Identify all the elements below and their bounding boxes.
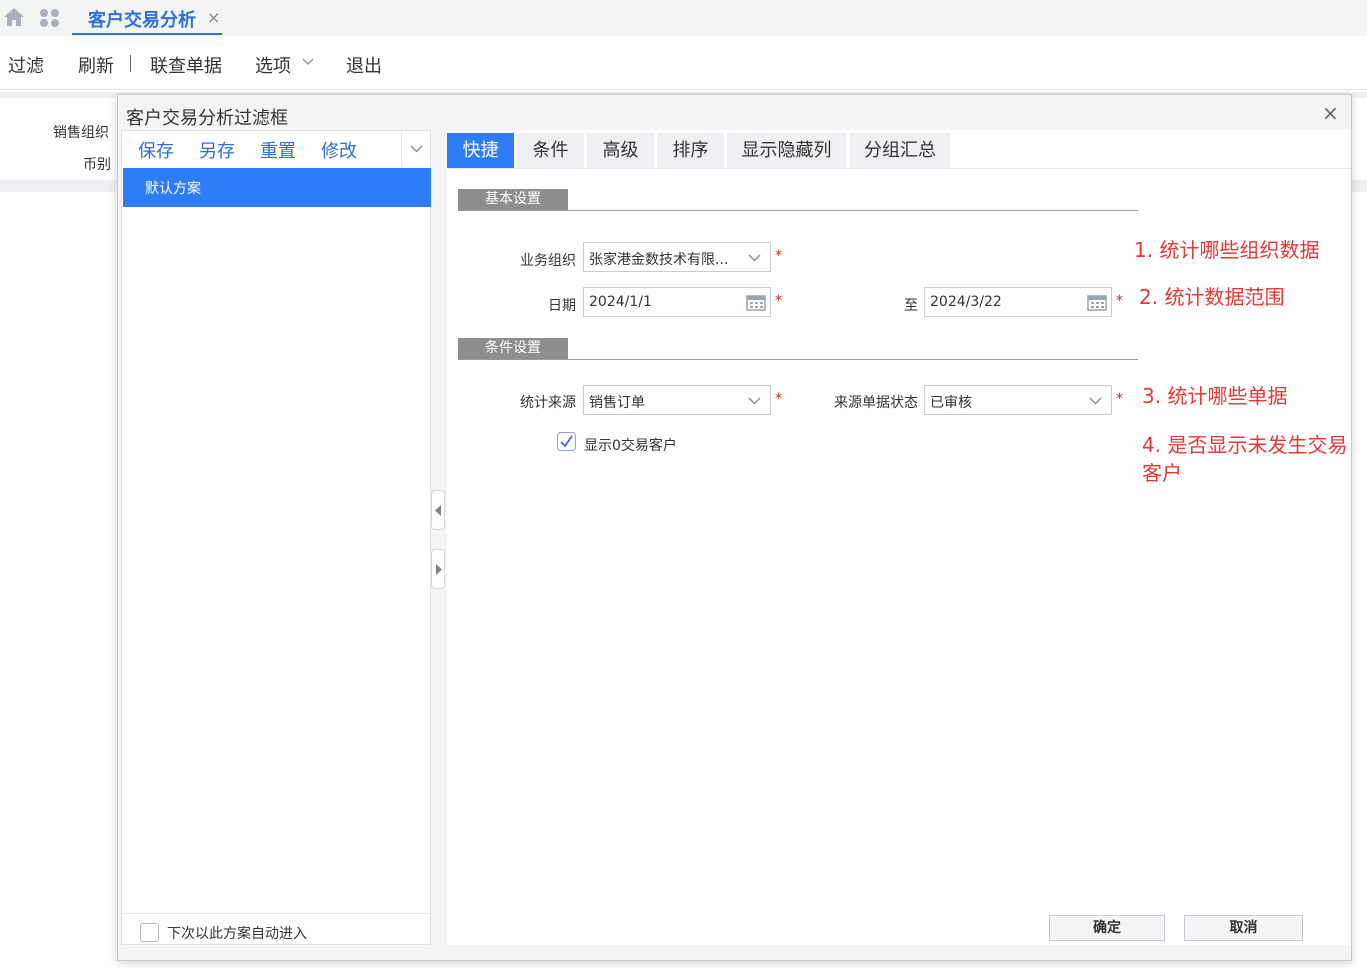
chevron-down-icon [748, 254, 761, 262]
filter-button[interactable]: 过滤 [8, 52, 44, 78]
scheme-panel: 保存 另存 重置 修改 默认方案 下次以此方案自动进入 [121, 130, 431, 945]
basic-settings-section: 基本设置 [458, 189, 1138, 211]
annotation-4-line1: 4. 是否显示未发生交易 [1142, 433, 1348, 457]
date-from-value: 2024/1/1 [589, 294, 652, 310]
sales-org-label: 销售组织 [53, 125, 109, 141]
required-mark: * [1116, 391, 1123, 407]
to-label: 至 [904, 298, 918, 314]
show-zero-customers-checkbox[interactable] [557, 432, 576, 451]
save-as-scheme-button[interactable]: 另存 [199, 137, 235, 163]
org-label: 业务组织 [520, 253, 576, 269]
date-label: 日期 [548, 298, 576, 314]
org-value: 张家港金数技术有限... [589, 252, 729, 268]
exit-button[interactable]: 退出 [346, 52, 382, 78]
filter-tabs: 快捷 条件 高级 排序 显示隐藏列 分组汇总 [447, 133, 1351, 169]
apps-grid-icon[interactable] [39, 8, 61, 28]
tab-group-summary[interactable]: 分组汇总 [850, 133, 950, 168]
tab-quick[interactable]: 快捷 [447, 133, 514, 168]
annotation-2: 2. 统计数据范围 [1139, 285, 1285, 309]
section-label: 基本设置 [458, 189, 568, 210]
condition-settings-section: 条件设置 [458, 338, 1138, 360]
tab-advanced[interactable]: 高级 [587, 133, 654, 168]
chevron-down-icon [748, 397, 761, 405]
modify-scheme-button[interactable]: 修改 [321, 137, 357, 163]
date-to-field[interactable]: 2024/3/22 [924, 287, 1112, 317]
status-label: 来源单据状态 [834, 395, 918, 411]
background-band [0, 180, 118, 192]
options-button[interactable]: 选项 [255, 52, 291, 78]
show-zero-customers-label: 显示0交易客户 [584, 438, 677, 454]
chevron-down-icon [1089, 397, 1102, 405]
save-scheme-button[interactable]: 保存 [138, 137, 174, 163]
auto-enter-row: 下次以此方案自动进入 [122, 913, 430, 945]
caret-right-icon [436, 564, 442, 575]
collapse-left-toggle[interactable] [431, 490, 445, 530]
source-value: 销售订单 [589, 395, 645, 411]
cancel-button[interactable]: 取消 [1184, 915, 1303, 941]
org-select[interactable]: 张家港金数技术有限... [583, 242, 771, 272]
annotation-4-line2: 客户 [1142, 461, 1182, 485]
status-value: 已审核 [930, 395, 972, 411]
dialog-title: 客户交易分析过滤框 [126, 108, 288, 129]
ok-button[interactable]: 确定 [1049, 915, 1165, 941]
auto-enter-checkbox[interactable] [140, 923, 159, 942]
reset-scheme-button[interactable]: 重置 [260, 137, 296, 163]
toolbar-divider [130, 55, 131, 72]
source-select[interactable]: 销售订单 [583, 385, 771, 415]
required-mark: * [775, 391, 782, 407]
annotation-1: 1. 统计哪些组织数据 [1134, 238, 1320, 262]
calendar-icon[interactable] [746, 293, 766, 311]
required-mark: * [775, 293, 782, 309]
scheme-item-default[interactable]: 默认方案 [123, 168, 431, 207]
toolbar: 过滤 刷新 联查单据 选项 退出 [0, 36, 1367, 90]
section-label: 条件设置 [458, 338, 568, 359]
tab-show-hide-columns[interactable]: 显示隐藏列 [727, 133, 846, 168]
scheme-item-label: 默认方案 [145, 181, 201, 197]
chevron-down-icon[interactable] [302, 58, 314, 66]
tab-conditions[interactable]: 条件 [517, 133, 584, 168]
required-mark: * [1116, 293, 1123, 309]
caret-left-icon [435, 505, 441, 516]
source-label: 统计来源 [520, 395, 576, 411]
date-from-field[interactable]: 2024/1/1 [583, 287, 771, 317]
top-tab-bar: 客户交易分析 × [0, 0, 1367, 36]
linked-docs-button[interactable]: 联查单据 [150, 52, 222, 78]
currency-label: 币别 [83, 157, 111, 173]
refresh-button[interactable]: 刷新 [78, 52, 114, 78]
status-select[interactable]: 已审核 [924, 385, 1112, 415]
calendar-icon[interactable] [1087, 293, 1107, 311]
expand-right-toggle[interactable] [431, 549, 445, 589]
close-tab-icon[interactable]: × [207, 8, 220, 27]
filter-dialog: 客户交易分析过滤框 × 保存 另存 重置 修改 默认方案 下次以此方案自动进入 … [117, 94, 1352, 961]
required-mark: * [775, 248, 782, 264]
scheme-menu-toggle[interactable] [401, 131, 431, 167]
background-band-right [1352, 180, 1367, 192]
page-tab-label: 客户交易分析 [88, 10, 196, 31]
page-tab-customer-trade-analysis[interactable]: 客户交易分析 × [72, 0, 222, 35]
chevron-down-icon [410, 145, 423, 153]
annotation-3: 3. 统计哪些单据 [1142, 384, 1288, 408]
tab-sort[interactable]: 排序 [657, 133, 724, 168]
date-to-value: 2024/3/22 [930, 294, 1002, 310]
auto-enter-label: 下次以此方案自动进入 [167, 926, 307, 942]
home-icon[interactable] [3, 7, 25, 27]
close-icon[interactable]: × [1322, 101, 1339, 125]
